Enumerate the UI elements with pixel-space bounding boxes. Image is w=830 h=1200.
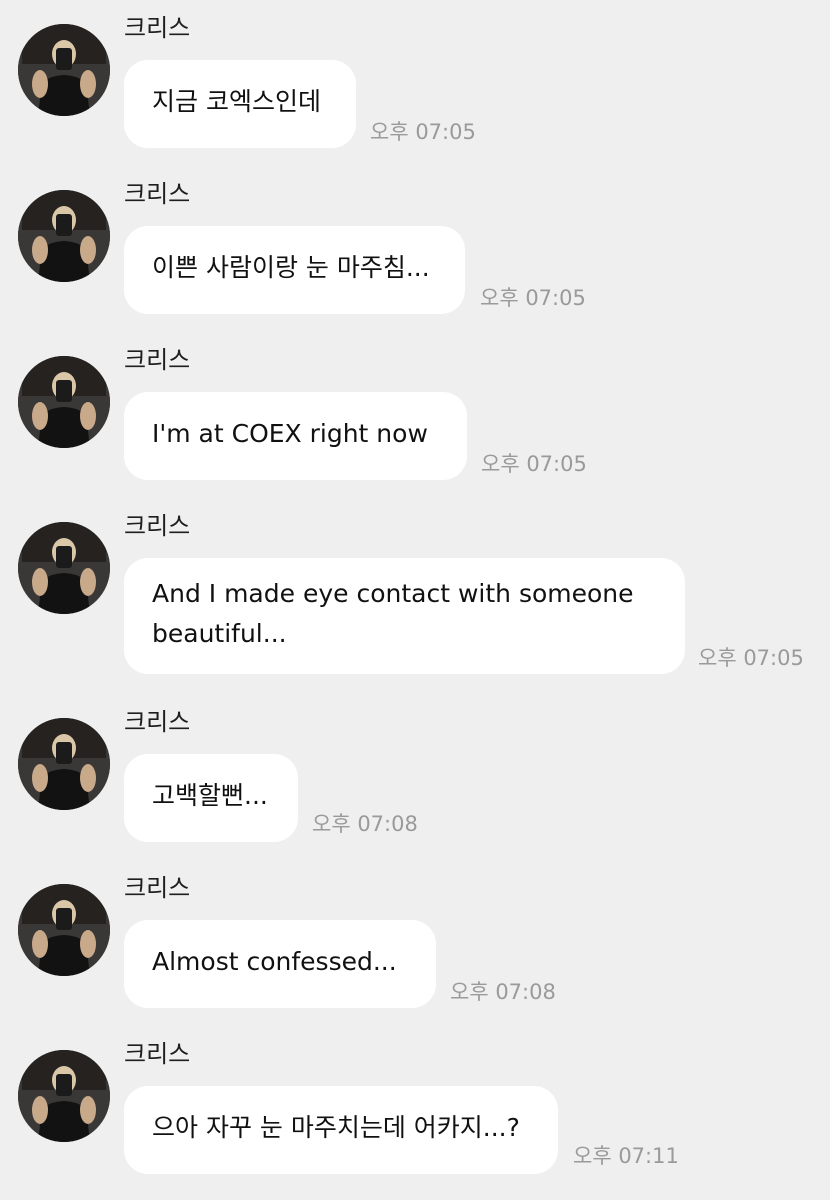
sender-avatar[interactable] — [18, 190, 110, 282]
avatar-photo — [18, 718, 110, 810]
sender-name: 크리스 — [124, 708, 191, 736]
avatar-photo — [18, 884, 110, 976]
chat-message: 크리스 고백할뻔... 오후 07:08 — [0, 698, 830, 858]
sender-avatar[interactable] — [18, 24, 110, 116]
chat-message: 크리스 지금 코엑스인데 오후 07:05 — [0, 4, 830, 164]
message-time: 오후 07:11 — [573, 1144, 679, 1168]
sender-avatar[interactable] — [18, 1050, 110, 1142]
avatar-photo — [18, 1050, 110, 1142]
chat-message-list[interactable]: 크리스 지금 코엑스인데 오후 07:05 크리스 이쁜 사람이랑 눈 마주침.… — [0, 0, 830, 1200]
chat-message: 크리스 And I made eye contact with someone … — [0, 502, 830, 698]
message-time: 오후 07:08 — [312, 812, 418, 836]
message-time: 오후 07:05 — [698, 646, 804, 670]
chat-message: 크리스 으아 자꾸 눈 마주치는데 어카지...? 오후 07:11 — [0, 1030, 830, 1200]
sender-name: 크리스 — [124, 874, 191, 902]
sender-name: 크리스 — [124, 14, 191, 42]
sender-avatar[interactable] — [18, 522, 110, 614]
message-time: 오후 07:08 — [450, 980, 556, 1004]
chat-message: 크리스 Almost confessed... 오후 07:08 — [0, 864, 830, 1024]
sender-avatar[interactable] — [18, 718, 110, 810]
message-bubble[interactable]: And I made eye contact with someone beau… — [124, 558, 685, 674]
sender-name: 크리스 — [124, 512, 191, 540]
sender-name: 크리스 — [124, 180, 191, 208]
message-bubble[interactable]: 고백할뻔... — [124, 754, 298, 842]
avatar-photo — [18, 522, 110, 614]
message-bubble[interactable]: I'm at COEX right now — [124, 392, 467, 480]
sender-name: 크리스 — [124, 346, 191, 374]
message-time: 오후 07:05 — [480, 286, 586, 310]
chat-message: 크리스 I'm at COEX right now 오후 07:05 — [0, 336, 830, 496]
avatar-photo — [18, 356, 110, 448]
message-time: 오후 07:05 — [370, 120, 476, 144]
avatar-photo — [18, 190, 110, 282]
sender-avatar[interactable] — [18, 356, 110, 448]
avatar-photo — [18, 24, 110, 116]
chat-message: 크리스 이쁜 사람이랑 눈 마주침... 오후 07:05 — [0, 170, 830, 330]
sender-avatar[interactable] — [18, 884, 110, 976]
message-time: 오후 07:05 — [481, 452, 587, 476]
message-bubble[interactable]: Almost confessed... — [124, 920, 436, 1008]
message-bubble[interactable]: 지금 코엑스인데 — [124, 60, 356, 148]
message-bubble[interactable]: 으아 자꾸 눈 마주치는데 어카지...? — [124, 1086, 558, 1174]
sender-name: 크리스 — [124, 1040, 191, 1068]
message-bubble[interactable]: 이쁜 사람이랑 눈 마주침... — [124, 226, 465, 314]
